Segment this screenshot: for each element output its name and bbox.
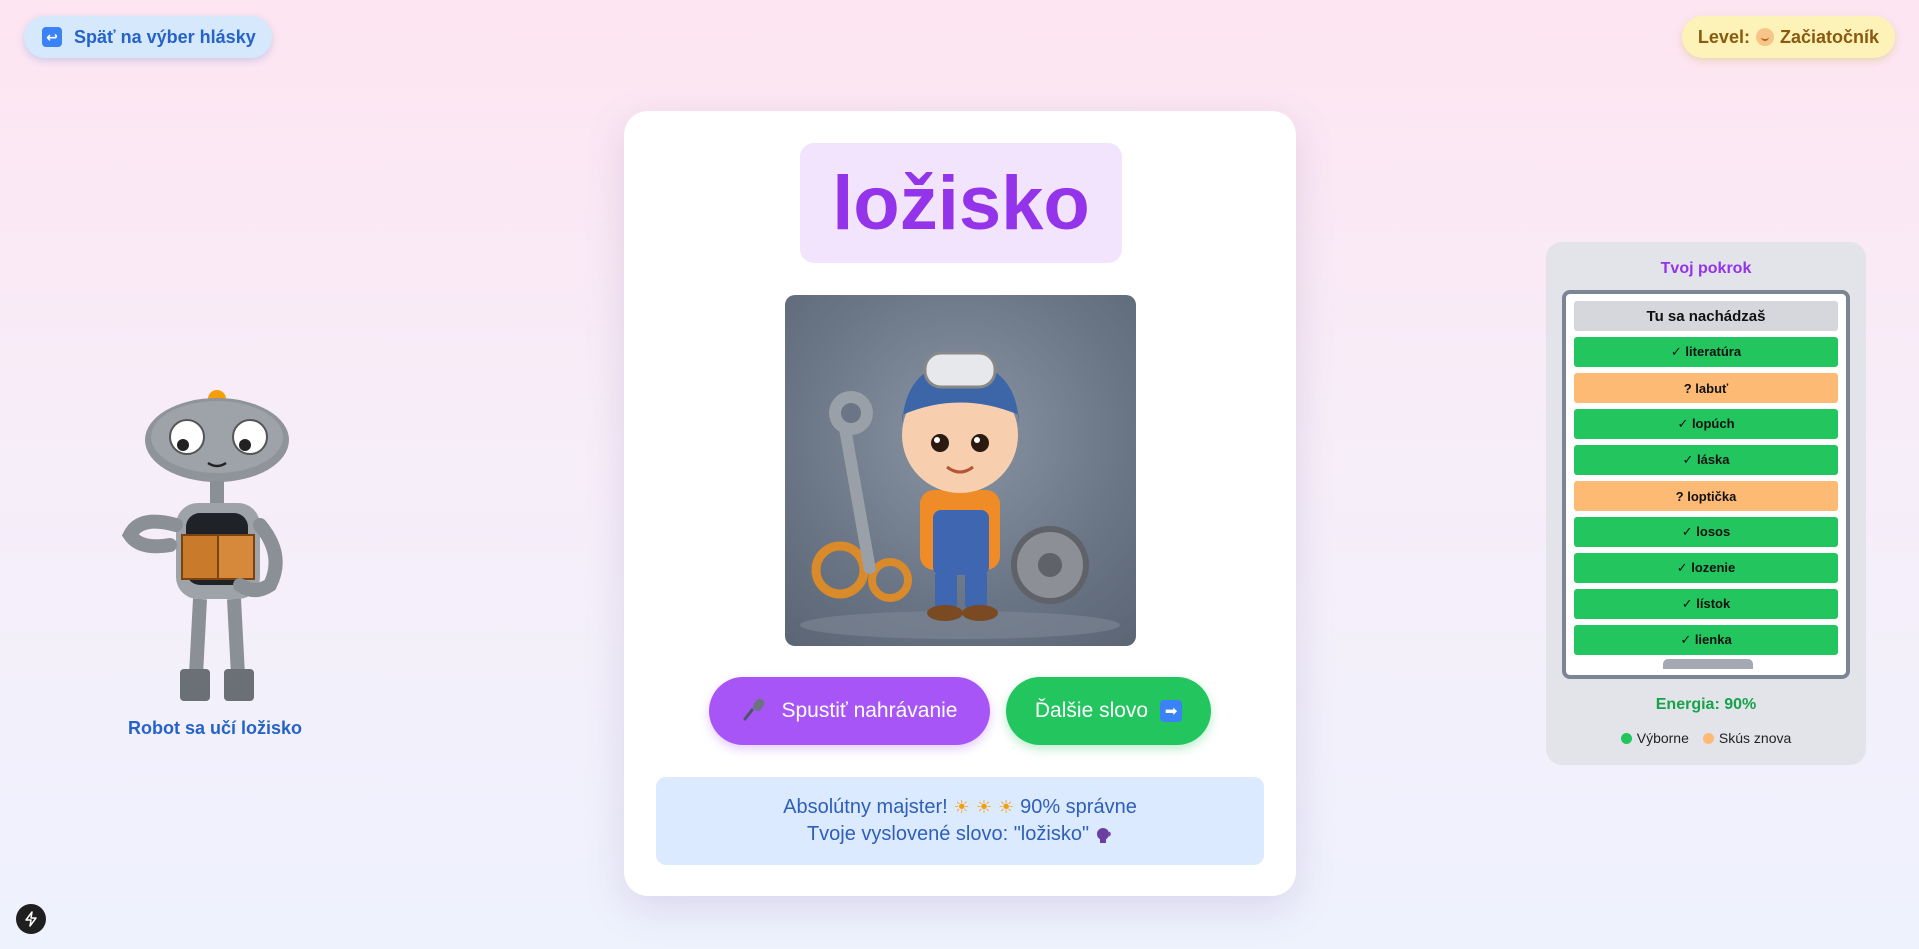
word-card: ložisko Spustiť nahrávanie Ďalšie slovo … xyxy=(624,111,1296,896)
legend-retry: Skús znova xyxy=(1702,730,1792,746)
start-recording-label: Spustiť nahrávanie xyxy=(781,699,958,722)
progress-item[interactable]: ✓ lístok xyxy=(1574,589,1838,619)
feedback-score: 90% správne xyxy=(1020,796,1137,818)
current-word: ložisko xyxy=(800,143,1122,263)
scroll-handle[interactable] xyxy=(1663,659,1753,669)
start-recording-button[interactable]: Spustiť nahrávanie xyxy=(709,677,990,745)
feedback-box: Absolútny majster! ☀ ☀ ☀ 90% správne Tvo… xyxy=(656,777,1264,865)
mechanic-boy-icon xyxy=(800,351,1120,639)
current-position-row: Tu sa nachádzaš xyxy=(1574,301,1838,331)
progress-title: Tvoj pokrok xyxy=(1660,260,1752,277)
legend-good: Výborne xyxy=(1620,730,1689,746)
right-arrow-icon: ➡ xyxy=(1160,700,1183,722)
progress-list[interactable]: Tu sa nachádzaš ✓ literatúra ? labuť ✓ l… xyxy=(1562,290,1850,679)
level-label: Level: xyxy=(1697,26,1750,47)
back-to-letter-select-button[interactable]: ↩ Späť na výber hlásky xyxy=(24,16,272,58)
legend-retry-label: Skús znova xyxy=(1718,730,1792,746)
return-arrow-icon: ↩ xyxy=(42,27,62,47)
progress-item[interactable]: ✓ lozenie xyxy=(1574,553,1838,583)
level-badge: Level: Začiatočník xyxy=(1681,16,1895,58)
feedback-spoken-word: Tvoje vyslovené slovo: "ložisko" xyxy=(806,823,1090,845)
microphone-icon xyxy=(742,695,768,727)
progress-item[interactable]: ✓ lienka xyxy=(1574,625,1838,655)
robot-caption: Robot sa učí ložisko xyxy=(128,718,303,738)
lightning-bolt-icon xyxy=(25,911,37,927)
back-button-label: Späť na výber hlásky xyxy=(74,26,256,47)
robot-reading-icon xyxy=(121,390,289,701)
progress-legend: Výborne Skús znova xyxy=(1546,730,1866,746)
feedback-praise: Absolútny majster! xyxy=(783,796,948,818)
progress-item[interactable]: ✓ lopúch xyxy=(1574,409,1838,439)
word-illustration xyxy=(785,295,1136,646)
feedback-spoken-line: Tvoje vyslovené slovo: "ložisko" xyxy=(807,823,1113,846)
sun-icon: ☀ xyxy=(975,797,992,817)
sun-icon: ☀ xyxy=(953,797,970,817)
energy-readout: Energia: 90% xyxy=(1655,696,1757,713)
legend-good-label: Výborne xyxy=(1636,730,1689,746)
feedback-score-line: Absolútny majster! ☀ ☀ ☀ 90% správne xyxy=(783,796,1137,819)
orange-dot-icon xyxy=(1702,732,1714,744)
speaking-head-icon xyxy=(1095,826,1113,844)
progress-item[interactable]: ✓ láska xyxy=(1574,445,1838,475)
level-value: Začiatočník xyxy=(1779,26,1879,47)
progress-item[interactable]: ? loptička xyxy=(1574,481,1838,511)
robot-illustration xyxy=(120,385,310,710)
progress-panel: Tvoj pokrok Tu sa nachádzaš ✓ literatúra… xyxy=(1546,242,1866,765)
green-dot-icon xyxy=(1620,732,1632,744)
progress-item[interactable]: ✓ literatúra xyxy=(1574,337,1838,367)
sun-icon: ☀ xyxy=(997,797,1015,817)
progress-item[interactable]: ? labuť xyxy=(1574,373,1838,403)
next-word-label: Ďalšie slovo xyxy=(1034,699,1149,722)
progress-item[interactable]: ✓ losos xyxy=(1574,517,1838,547)
lightning-button[interactable] xyxy=(16,904,46,934)
next-word-button[interactable]: Ďalšie slovo ➡ xyxy=(1006,677,1211,745)
baby-face-icon xyxy=(1755,28,1774,46)
